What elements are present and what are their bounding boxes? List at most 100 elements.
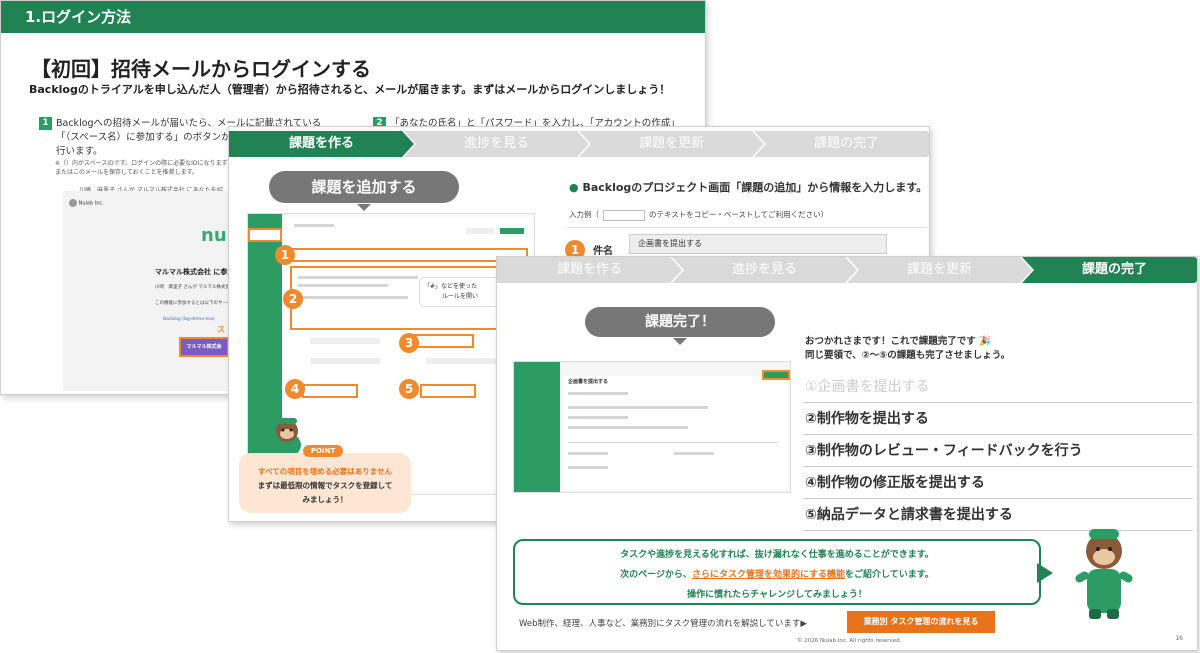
start-date-highlight bbox=[302, 384, 358, 398]
marker-1: 1 bbox=[275, 245, 295, 265]
footer-text: Web制作、経理、人事など、業務別にタスク管理の流れを解説しています▶ bbox=[519, 619, 807, 629]
step-text: 「（スペース名）に参加する」のボタンから bbox=[56, 132, 241, 143]
detail-line bbox=[568, 416, 628, 419]
summary-line: タスクや進捗を見える化すれば、抜け漏れなく仕事を進めることができます。 bbox=[620, 550, 934, 560]
details-text bbox=[298, 296, 408, 299]
example-note: 入力例（ のテキストをコピー・ペーストしてご利用ください） bbox=[569, 209, 828, 221]
tab-create-task: 課題を作る bbox=[497, 257, 682, 283]
mail-sender: Nulab Inc. bbox=[69, 199, 104, 207]
sidebar-item bbox=[248, 284, 282, 298]
step-tabs: 課題を作る 進捗を見る 課題を更新 課題の完了 bbox=[229, 131, 929, 157]
status-badge-complete bbox=[762, 370, 790, 380]
instruction-heading: ● Backlogのプロジェクト画面「課題の追加」から情報を入力します。 bbox=[569, 179, 927, 195]
marker-2: 2 bbox=[283, 289, 303, 309]
example-prefix: 入力例（ bbox=[569, 210, 599, 219]
tab-create-task: 課題を作る bbox=[229, 131, 414, 157]
task-item-1: ①企画書を提出する bbox=[803, 371, 1193, 403]
features-link[interactable]: さらにタスク管理を効果的にする機能 bbox=[692, 570, 845, 580]
mail-line: この機能に参加するとは以下のサービ bbox=[155, 301, 232, 306]
form-select bbox=[426, 358, 496, 364]
task-item-4: ④制作物の修正版を提出する bbox=[803, 467, 1193, 499]
bullet-icon: ● bbox=[569, 181, 579, 194]
tab-view-progress: 進捗を見る bbox=[672, 257, 857, 283]
message-line: 同じ要領で、②〜⑤の課題も完了させましょう。 bbox=[805, 350, 1011, 361]
detail-line bbox=[568, 392, 628, 395]
due-date-highlight bbox=[420, 384, 476, 398]
marker-5: 5 bbox=[399, 379, 419, 399]
example-swatch bbox=[603, 209, 645, 221]
sender-name: Nulab Inc. bbox=[78, 200, 104, 207]
task-item-3: ③制作物のレビュー・フィードバックを行う bbox=[803, 435, 1193, 467]
slide-complete-task: 課題を作る 進捗を見る 課題を更新 課題の完了 課題完了！ おつかれさまです！こ… bbox=[496, 256, 1198, 651]
workflow-button[interactable]: 業務別 タスク管理の流れを見る bbox=[847, 611, 995, 633]
point-line: みましょう！ bbox=[302, 495, 348, 504]
detail-line bbox=[674, 452, 714, 455]
join-space-button[interactable]: マルマル株式会 bbox=[179, 337, 229, 357]
detail-line bbox=[568, 466, 608, 469]
sidebar-item bbox=[248, 326, 282, 340]
section-header: 1.ログイン方法 bbox=[1, 1, 705, 33]
copyright: © 2026 Nulab Inc. All rights reserved. bbox=[797, 638, 902, 644]
sidebar-item bbox=[248, 214, 282, 228]
summary-text: 次のページから、 bbox=[620, 570, 692, 580]
summary-box: タスクや進捗を見える化すれば、抜け漏れなく仕事を進めることができます。 次のペー… bbox=[513, 539, 1041, 605]
form-title bbox=[294, 224, 334, 227]
mail-body: 川崎 麻里子 さんが マルマル株式会社 この機能に参加するとは以下のサービ Ba… bbox=[155, 284, 234, 324]
completion-message: おつかれさまです！これで課題完了です 🎉 同じ要領で、②〜⑤の課題も完了させまし… bbox=[805, 335, 1010, 363]
tab-complete-task: 課題の完了 bbox=[754, 131, 930, 157]
mail-link[interactable]: Backlog (bg-demo-ma) bbox=[155, 316, 234, 324]
slide-subtitle: Backlogのトライアルを申し込んだ人（管理者）から招待されると、メールが届き… bbox=[29, 83, 671, 96]
tip-line: ルールを開い bbox=[442, 293, 479, 300]
summary-line: 次のページから、さらにタスク管理を効果的にする機能をご紹介しています。 bbox=[515, 565, 1039, 585]
sidebar bbox=[514, 362, 560, 492]
step-number: 1 bbox=[39, 117, 52, 130]
arrow-right-icon bbox=[1037, 563, 1053, 583]
issue-detail-screenshot: 企画書を提出する bbox=[513, 361, 791, 493]
point-line: すべての項目を埋める必要はありません bbox=[258, 467, 392, 476]
task-item-2: ②制作物を提出する bbox=[803, 403, 1193, 435]
sidebar-item-add-issue bbox=[248, 228, 282, 242]
step-tabs: 課題を作る 進捗を見る 課題を更新 課題の完了 bbox=[497, 257, 1197, 283]
marker-3: 3 bbox=[399, 333, 419, 353]
field-label: 件名 bbox=[593, 246, 613, 257]
heading-text: Backlogのプロジェクト画面「課題の追加」から情報を入力します。 bbox=[582, 181, 928, 194]
detail-line bbox=[568, 406, 708, 409]
mail-line: 川崎 麻里子 さんが マルマル株式会社 bbox=[155, 285, 235, 290]
detail-line bbox=[568, 452, 608, 455]
page-number: 16 bbox=[1175, 635, 1183, 642]
tab-update-task: 課題を更新 bbox=[847, 257, 1032, 283]
summary-line: 操作に慣れたらチャレンジしてみましょう！ bbox=[687, 590, 867, 600]
tab-complete-task: 課題の完了 bbox=[1022, 257, 1198, 283]
example-suffix: のテキストをコピー・ペーストしてご利用ください） bbox=[649, 210, 829, 219]
step-text: 行います。 bbox=[56, 146, 103, 157]
details-text bbox=[298, 276, 418, 279]
task-list: ①企画書を提出する ②制作物を提出する ③制作物のレビュー・フィードバックを行う… bbox=[803, 371, 1193, 531]
point-badge: POINT bbox=[303, 445, 343, 457]
details-text bbox=[298, 284, 388, 287]
add-button bbox=[500, 228, 524, 234]
form-select bbox=[310, 338, 380, 344]
note-line: またはこのメールを保存しておくことを推奨します。 bbox=[55, 169, 199, 176]
mail-annotation: ス bbox=[217, 325, 225, 334]
tab-view-progress: 進捗を見る bbox=[404, 131, 589, 157]
marker-4: 4 bbox=[285, 379, 305, 399]
summary-text: をご紹介しています。 bbox=[845, 570, 934, 580]
subject-highlight bbox=[290, 248, 528, 262]
form-select bbox=[310, 358, 380, 364]
preview-button bbox=[466, 228, 494, 234]
sidebar-item bbox=[248, 270, 282, 284]
subject-field[interactable]: 企画書を提出する bbox=[629, 234, 887, 254]
note-line: ※（）内がスペースIDです。ログインの際に必要なIDになります bbox=[55, 160, 228, 167]
point-line: まずは最低限の情報でタスクを登録して bbox=[257, 481, 393, 490]
mail-company-title: マルマル株式会社 に参加 bbox=[155, 268, 235, 276]
slide-title: 【初回】招待メールからログインする bbox=[31, 57, 371, 81]
sidebar-item bbox=[248, 312, 282, 326]
sidebar-item bbox=[248, 298, 282, 312]
tip-line: 「#」などを使った bbox=[424, 283, 478, 290]
speech-bubble: 課題完了！ bbox=[585, 307, 775, 345]
mascot-icon bbox=[1075, 529, 1133, 619]
issue-title: 企画書を提出する bbox=[568, 379, 609, 385]
point-callout: すべての項目を埋める必要はありません まずは最低限の情報でタスクを登録して みま… bbox=[239, 453, 411, 513]
message-line: おつかれさまです！これで課題完了です 🎉 bbox=[805, 336, 991, 347]
speech-bubble: 課題を追加する bbox=[269, 171, 459, 211]
